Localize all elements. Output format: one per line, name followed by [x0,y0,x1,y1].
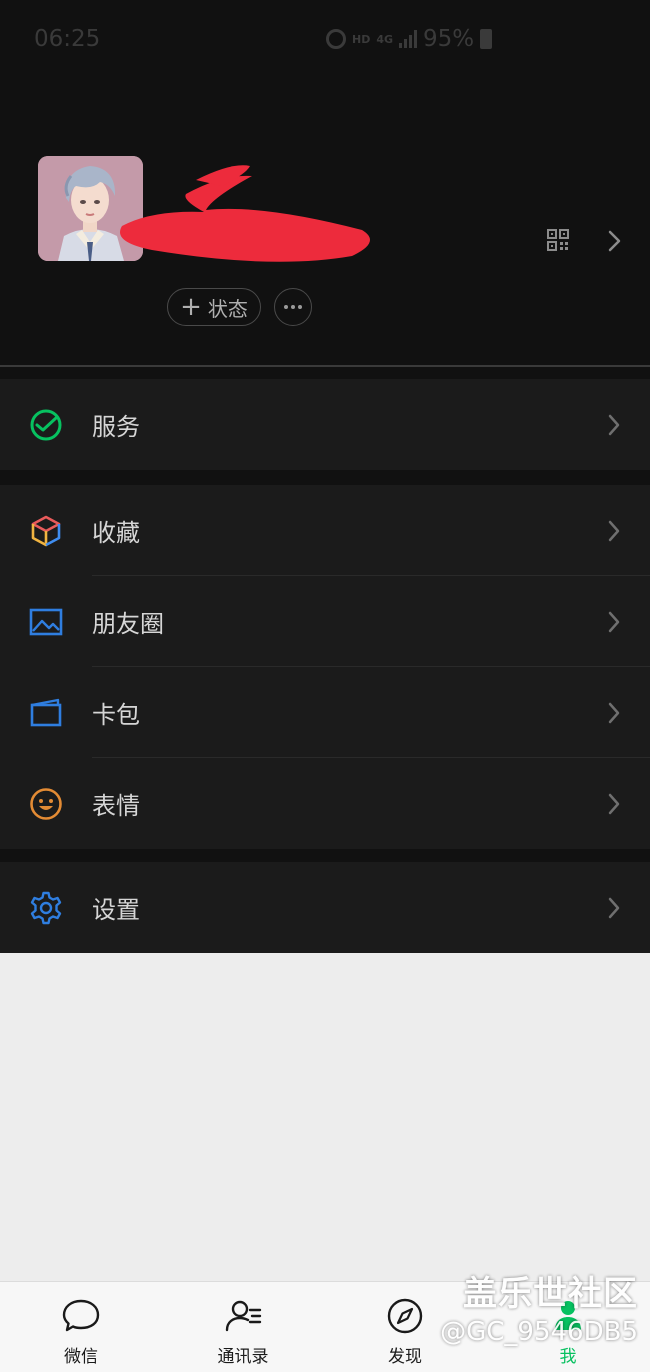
chevron-right-icon [608,414,620,435]
menu-item-moments[interactable]: 朋友圈 [0,576,650,667]
smiley-icon [30,787,62,820]
watermark-title: 盖乐世社区 [463,1274,638,1314]
signal-icon [399,30,418,48]
tab-label-discover: 发现 [388,1347,422,1367]
menu-label-moments: 朋友圈 [92,610,164,638]
tab-label-contacts: 通讯录 [217,1347,269,1367]
chevron-right-icon [608,702,620,723]
menu-label-cards: 卡包 [92,701,140,729]
menu-item-services[interactable]: 服务 [0,379,650,470]
chevron-right-icon [608,520,620,541]
features-group: 收藏 朋友圈 卡包 表情 [0,485,650,849]
chevron-right-icon [608,897,620,918]
battery-percent: 95% [423,26,475,52]
card-icon [30,698,62,726]
hd-indicator: HD [352,32,371,46]
watermark: 盖乐世社区 @GC_9546DB5 [440,1266,638,1347]
wechat-pay-icon [30,409,62,440]
alarm-icon [326,29,346,49]
menu-label-settings: 设置 [92,896,140,924]
redaction-mark [120,165,370,262]
contacts-icon [225,1300,262,1332]
chevron-right-icon [608,793,620,814]
settings-group: 设置 [0,862,650,953]
chevron-right-icon[interactable] [604,228,624,254]
status-button-label: 状态 [207,296,248,321]
status-indicators: HD 4G 95% [326,26,493,52]
wechat-me-screen: 06:25 HD 4G 95% + 状态 服务 收藏 朋友圈 卡包 表情 设置 … [0,0,650,1372]
battery-icon [480,29,493,49]
tab-contacts[interactable]: 通讯录 [183,1282,303,1372]
more-button[interactable] [274,288,312,326]
menu-item-cards[interactable]: 卡包 [0,667,650,758]
tab-chats[interactable]: 微信 [21,1282,141,1372]
services-group: 服务 [0,379,650,470]
menu-item-settings[interactable]: 设置 [0,862,650,953]
add-status-button[interactable]: + 状态 [167,288,261,326]
chevron-right-icon [608,611,620,632]
menu-label-services: 服务 [92,413,140,441]
status-time: 06:25 [34,26,101,52]
menu-item-favorites[interactable]: 收藏 [0,485,650,576]
menu-label-favorites: 收藏 [92,519,140,547]
plus-icon: + [180,292,202,322]
gear-icon [30,891,62,924]
menu-item-stickers[interactable]: 表情 [0,758,650,849]
cube-icon [31,515,61,546]
watermark-user: @GC_9546DB5 [440,1317,638,1347]
profile-header[interactable]: + 状态 [0,120,650,365]
picture-icon [29,608,63,635]
network-indicator: 4G [376,32,394,46]
chat-bubble-icon [62,1299,100,1332]
compass-icon [387,1298,423,1334]
ellipsis-icon [284,305,288,309]
menu-label-stickers: 表情 [92,792,140,820]
qr-code-icon[interactable] [546,228,570,252]
header-divider [0,365,650,367]
status-bar: 06:25 HD 4G 95% [0,0,650,78]
tab-label-chats: 微信 [64,1347,98,1367]
